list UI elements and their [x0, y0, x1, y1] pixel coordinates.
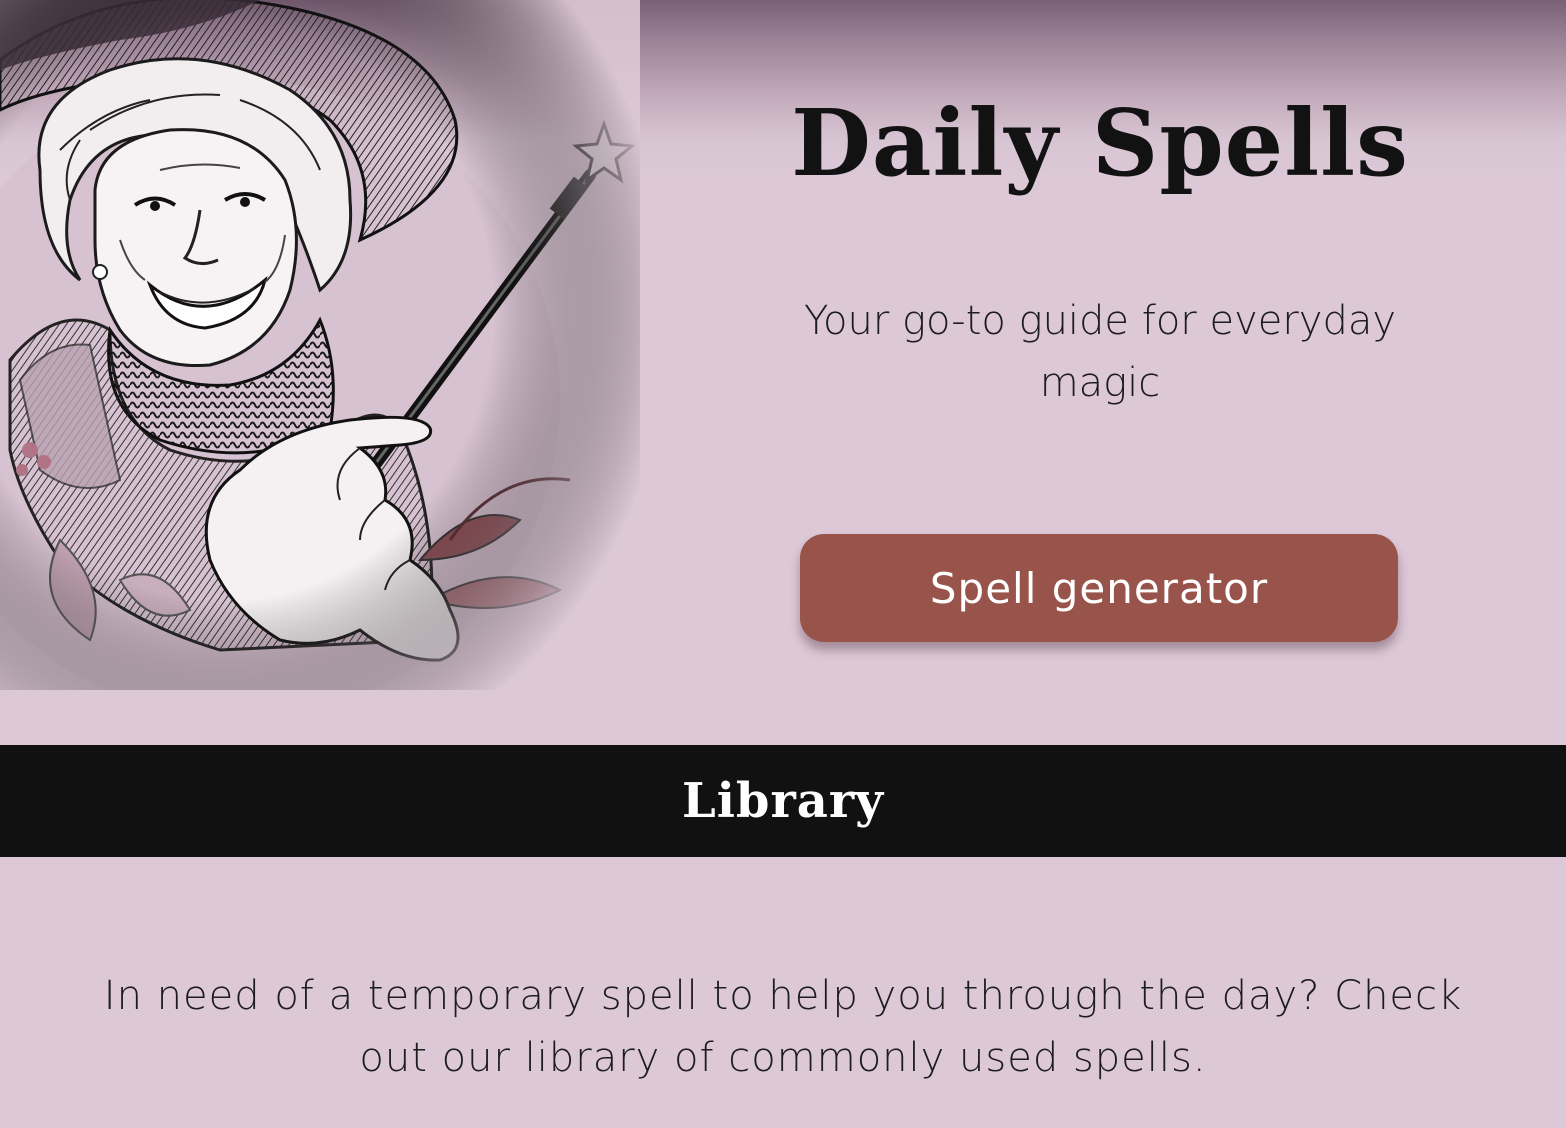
library-header-bar: Library	[0, 745, 1566, 857]
spell-generator-button[interactable]: Spell generator	[800, 534, 1398, 642]
page-subtitle: Your go-to guide for everyday magic	[803, 298, 1397, 406]
witch-with-wand-illustration	[0, 0, 640, 690]
hero-section: Daily Spells Your go-to guide for everyd…	[0, 0, 1566, 745]
library-description: In need of a temporary spell to help you…	[103, 973, 1463, 1081]
page-title: Daily Spells	[791, 89, 1409, 197]
library-heading: Library	[681, 773, 885, 829]
